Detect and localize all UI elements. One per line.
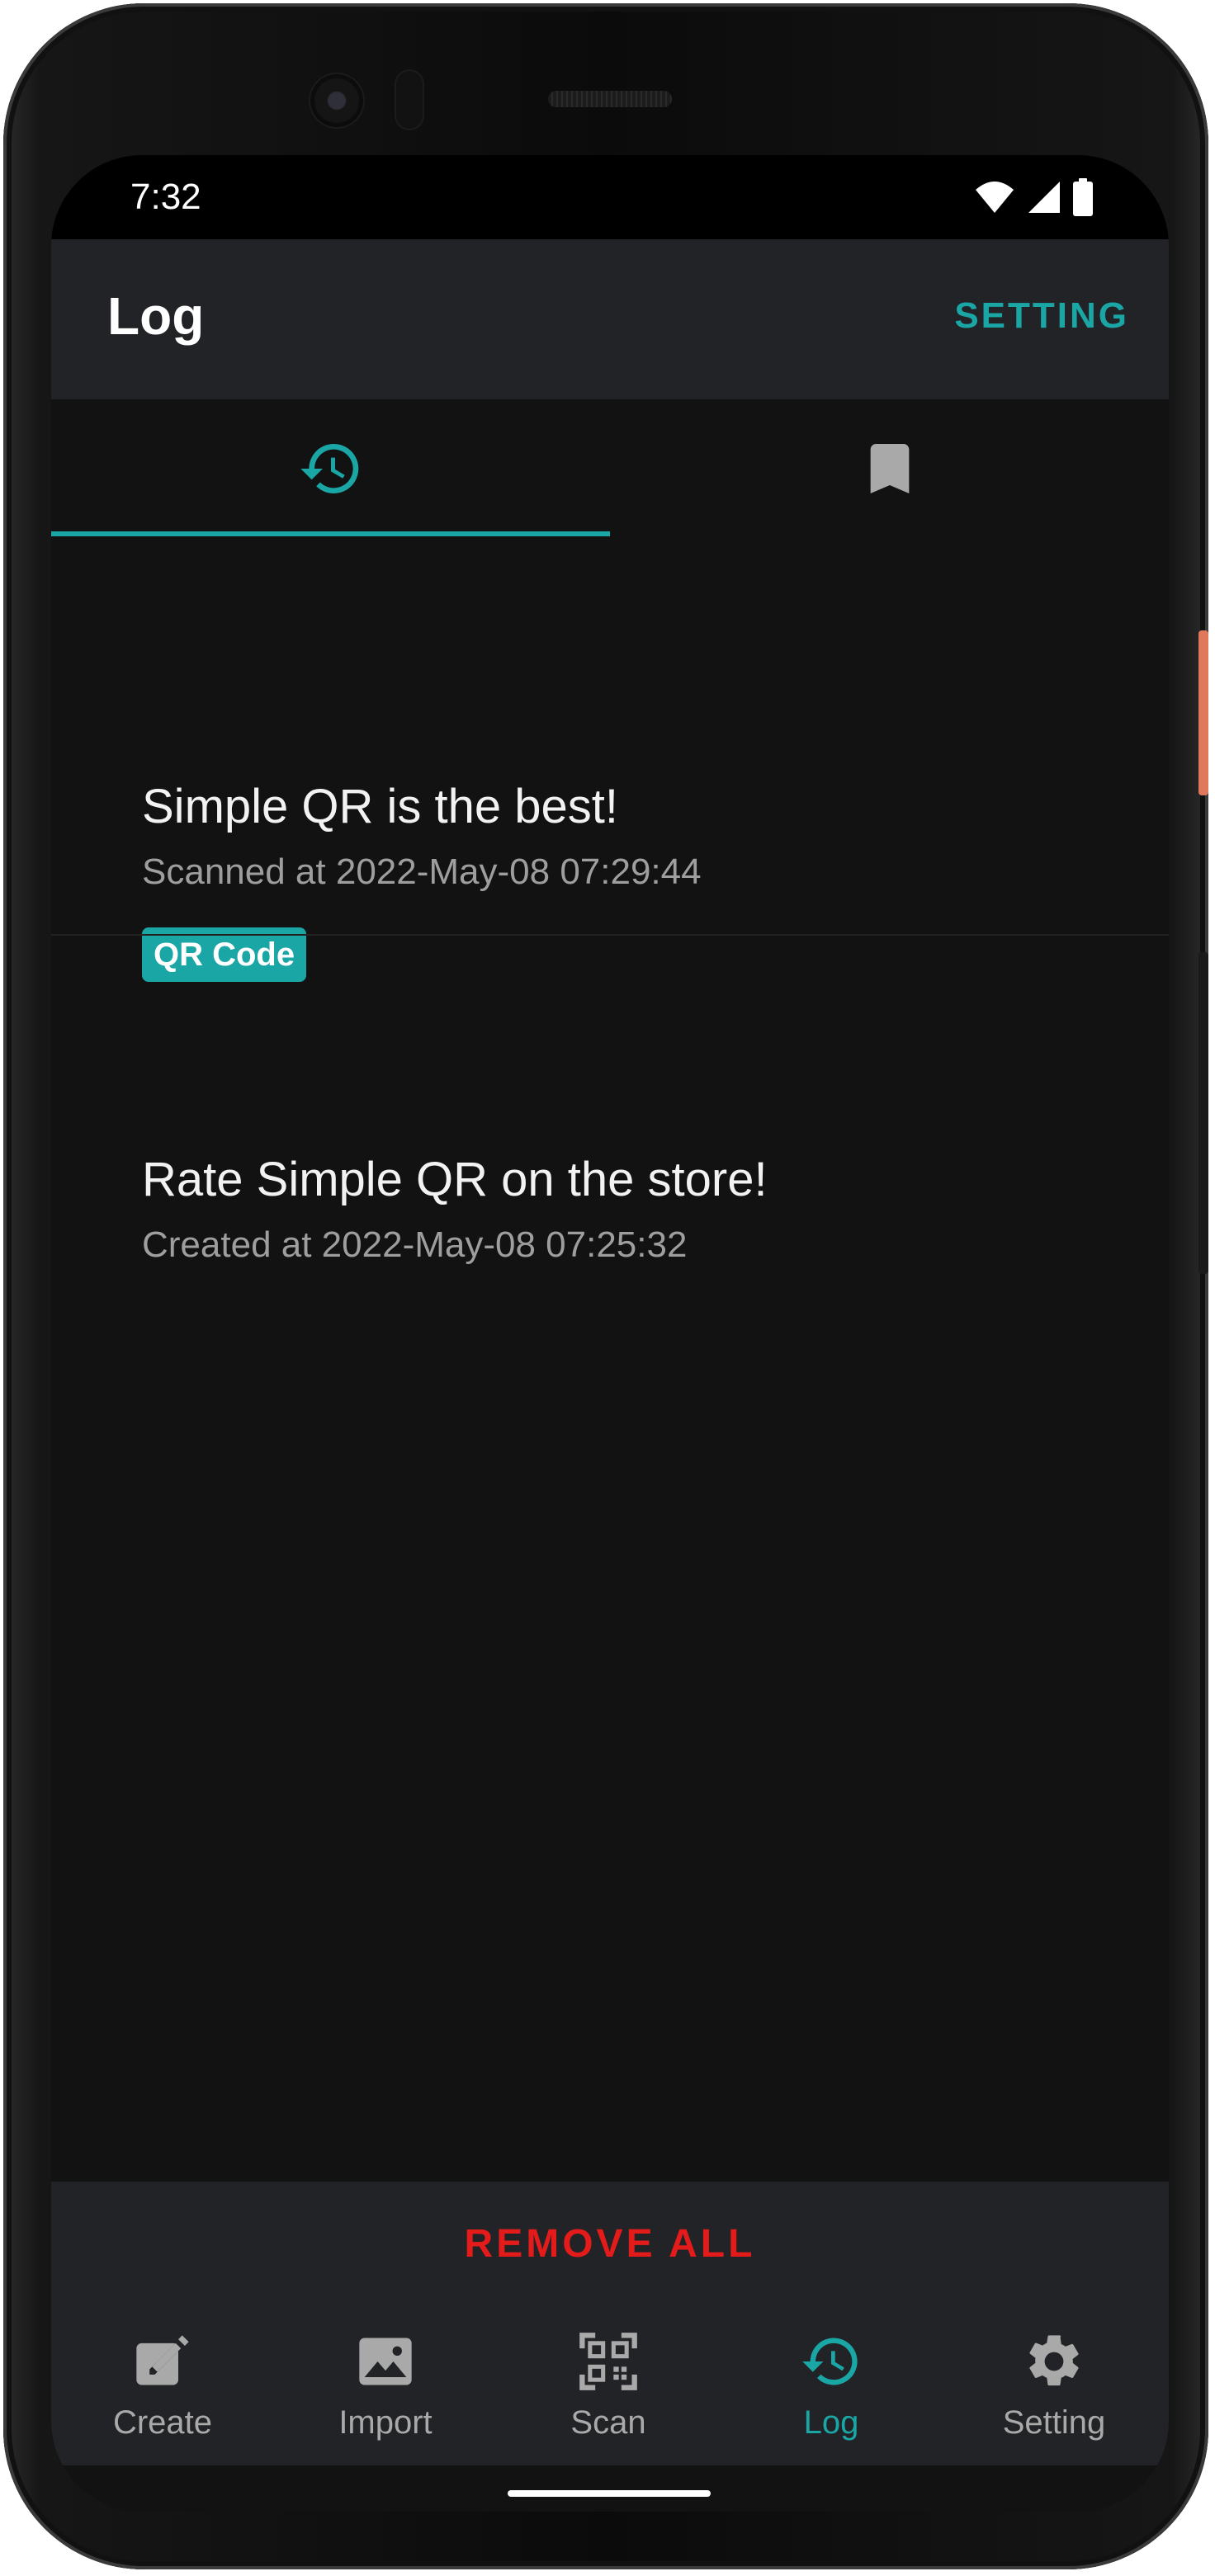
nav-label: Setting	[1002, 2404, 1106, 2441]
log-item-subtitle: Created at 2022-May-08 07:25:32	[142, 1224, 688, 1265]
log-item-title: Simple QR is the best!	[142, 780, 618, 833]
nav-label: Create	[112, 2404, 213, 2441]
tab-bar	[51, 399, 1169, 536]
proximity-sensor	[395, 69, 424, 130]
nav-item-scan[interactable]: Scan	[497, 2309, 720, 2465]
home-indicator[interactable]	[508, 2490, 711, 2497]
log-item-title: Rate Simple QR on the store!	[142, 1153, 768, 1206]
remove-all-label: REMOVE ALL	[464, 2222, 756, 2266]
log-item[interactable]: Rate Simple QR on the store! Created at …	[51, 936, 1169, 1265]
nav-item-setting[interactable]: Setting	[943, 2309, 1165, 2465]
nav-label: Import	[338, 2404, 433, 2441]
wifi-icon	[974, 180, 1015, 219]
remove-all-button[interactable]: REMOVE ALL	[51, 2182, 1169, 2309]
nav-item-create[interactable]: Create	[51, 2309, 274, 2465]
battery-icon	[1073, 177, 1093, 220]
signal-icon	[1027, 180, 1061, 219]
tab-history[interactable]	[51, 399, 610, 536]
bookmark-icon	[870, 444, 909, 493]
image-icon	[359, 2338, 412, 2385]
bottom-nav: Create Import Scan Log Setting	[51, 2309, 1169, 2465]
app-bar: Log SETTING	[51, 239, 1169, 399]
power-button	[1198, 630, 1208, 795]
log-item[interactable]: Simple QR is the best! Scanned at 2022-M…	[51, 536, 1169, 982]
nav-label: Log	[803, 2404, 859, 2441]
qr-scan-icon	[579, 2333, 637, 2390]
screen: 7:32 Log SETTING Simple QR is the best! …	[51, 155, 1169, 2512]
phone-frame: 7:32 Log SETTING Simple QR is the best! …	[3, 3, 1208, 2569]
history-icon	[802, 2338, 858, 2385]
page-title: Log	[107, 286, 205, 346]
nav-item-import[interactable]: Import	[274, 2309, 497, 2465]
front-camera	[310, 74, 363, 127]
history-icon	[300, 444, 358, 493]
nav-item-log[interactable]: Log	[720, 2309, 943, 2465]
log-item-subtitle: Scanned at 2022-May-08 07:29:44	[142, 852, 702, 892]
tab-bookmarks[interactable]	[610, 399, 1169, 536]
volume-button	[1198, 952, 1208, 1274]
status-icons	[974, 177, 1093, 220]
setting-action-button[interactable]: SETTING	[954, 295, 1129, 337]
gear-icon	[1029, 2335, 1079, 2386]
status-bar: 7:32	[51, 155, 1169, 239]
nav-label: Scan	[570, 2404, 646, 2441]
edit-icon	[136, 2335, 189, 2385]
earpiece-speaker	[548, 91, 672, 107]
status-time: 7:32	[130, 177, 201, 217]
